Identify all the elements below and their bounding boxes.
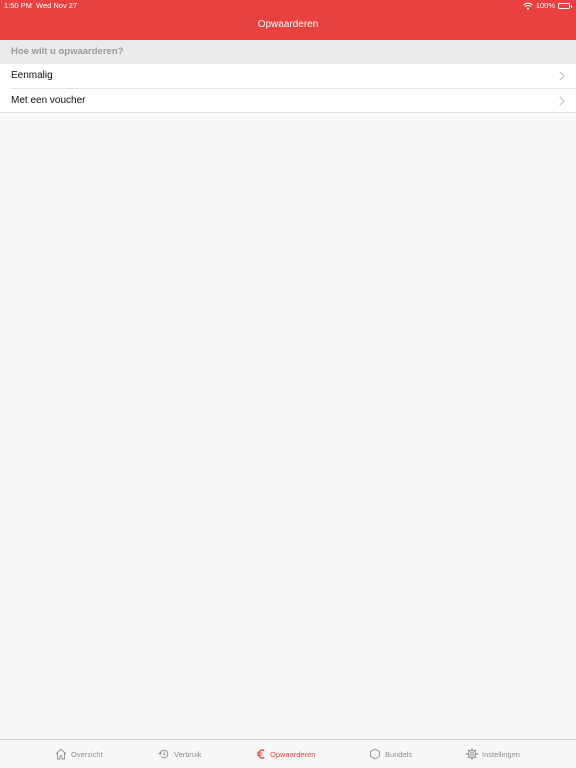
tab-bundels[interactable]: Bundels [369,740,412,768]
chevron-right-icon [559,71,565,81]
tab-label: Verbruik [174,749,202,759]
tab-bar: Overzicht Verbruik Opwaarderen Bundels I… [0,739,576,768]
status-date: Wed Nov 27 [36,1,78,10]
tab-label: Opwaarderen [270,749,316,759]
topup-options-list: Eenmalig Met een voucher [0,64,576,113]
list-item-label: Eenmalig [11,70,53,81]
status-right: 100% [523,0,572,12]
tab-label: Instellingen [482,749,520,759]
status-time: 1:50 PM [4,1,32,10]
tab-opwaarderen[interactable]: Opwaarderen [256,740,315,768]
list-item-label: Met een voucher [11,94,86,106]
divider [0,112,576,113]
status-bar: 1:50 PM Wed Nov 27 100% [0,0,576,12]
tab-label: Overzicht [71,749,103,759]
history-icon [158,749,169,759]
tab-overzicht[interactable]: Overzicht [55,740,103,768]
euro-icon [257,749,265,759]
wifi-icon [523,2,533,10]
list-item-voucher[interactable]: Met een voucher [0,89,576,113]
tab-verbruik[interactable]: Verbruik [158,740,202,768]
chevron-right-icon [559,95,565,106]
hexagon-icon [370,748,380,760]
page-title: Opwaarderen [257,19,319,30]
gear-icon [466,748,478,760]
battery-icon [558,3,572,9]
home-icon [55,748,67,760]
tab-instellingen[interactable]: Instellingen [466,740,520,768]
list-item-eenmalig[interactable]: Eenmalig [0,64,576,89]
tab-label: Bundels [385,749,413,759]
section-header: Hoe wilt u opwaarderen? [0,40,576,64]
navigation-bar: 1:50 PM Wed Nov 27 100% Opwaarderen [0,0,576,40]
battery-percentage: 100% [535,1,555,10]
